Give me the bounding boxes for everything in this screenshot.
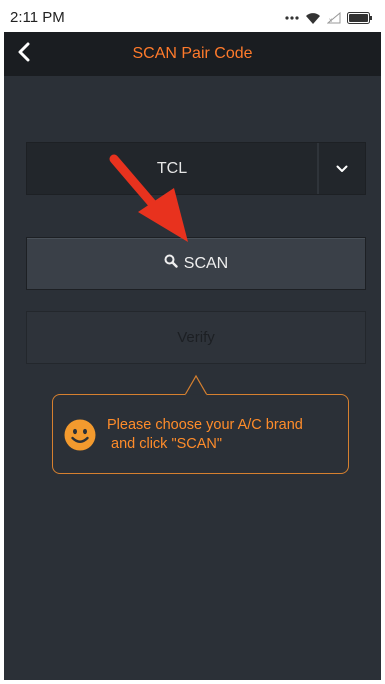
battery-icon: [347, 12, 373, 24]
status-icons: x: [285, 8, 373, 28]
svg-text:x: x: [329, 18, 332, 24]
hint-text-line-1: Please choose your A/C brand: [107, 417, 303, 433]
tooltip-pointer: [184, 374, 208, 401]
more-dots-icon: [285, 15, 299, 21]
page-title: SCAN Pair Code: [132, 45, 253, 62]
hint-tooltip: Please choose your A/C brand and click "…: [52, 394, 349, 474]
search-icon: [164, 254, 178, 273]
status-time: 2:11 PM: [10, 9, 65, 26]
wifi-icon: [305, 12, 321, 25]
brand-select[interactable]: TCL: [26, 142, 366, 195]
back-button[interactable]: [4, 32, 44, 76]
smiley-icon: [64, 419, 96, 451]
scan-button[interactable]: SCAN: [26, 237, 366, 290]
brand-select-toggle[interactable]: [319, 143, 365, 194]
scan-button-label: SCAN: [183, 254, 229, 272]
hint-text-line-2: and click "SCAN": [111, 436, 223, 452]
status-bar: 2:11 PM x: [4, 4, 381, 32]
chevron-left-icon: [17, 42, 31, 67]
hint-text: Please choose your A/C brand and click "…: [107, 416, 342, 454]
brand-select-value: TCL: [156, 160, 188, 177]
app-header: SCAN Pair Code: [4, 32, 381, 76]
app-screen: 2:11 PM x SCAN Pair Code TCL SCAN Verify…: [4, 4, 381, 680]
verify-button[interactable]: Verify: [26, 311, 366, 364]
chevron-down-icon: [336, 160, 348, 178]
signal-icon: x: [327, 12, 341, 24]
